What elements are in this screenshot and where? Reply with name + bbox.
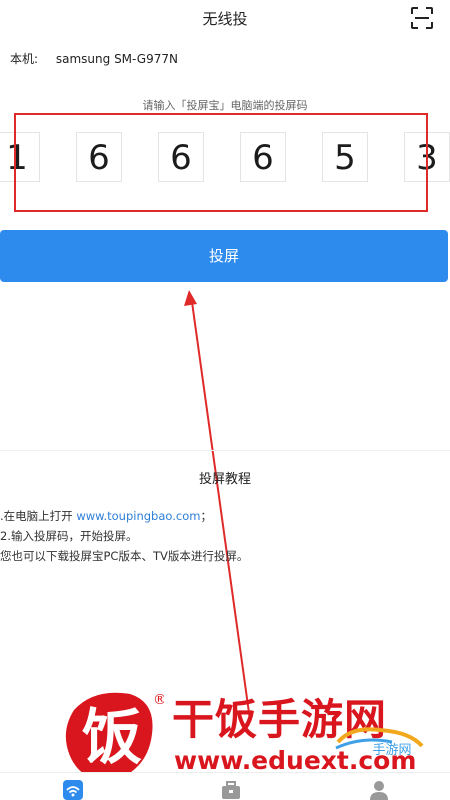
code-prompt: 请输入「投屏宝」电脑端的投屏码 (142, 99, 308, 112)
device-info: 本机: samsung SM-G977N (10, 50, 178, 67)
tutorial-step-2: 2.输入投屏码，开始投屏。 (0, 529, 138, 543)
bottom-tab-bar (0, 772, 450, 800)
device-name: samsung SM-G977N (55, 52, 178, 66)
tab-wireless-cast[interactable] (62, 779, 84, 800)
tab-profile[interactable] (368, 779, 390, 800)
app-header: 无线投 (0, 0, 450, 36)
scan-button[interactable] (410, 6, 434, 30)
tutorial-step-1: .在电脑上打开 www.toupingbao.com； (0, 508, 212, 524)
toolbox-icon (222, 781, 240, 799)
annotation-highlight-box (14, 113, 428, 212)
tutorial-link[interactable]: www.toupingbao.com (76, 509, 200, 523)
tab-toolbox[interactable] (220, 779, 242, 800)
wireless-cast-icon (63, 780, 83, 800)
watermark-badge: 手游网 (335, 727, 424, 758)
tutorial-step-1-suffix: ； (200, 509, 212, 523)
tutorial-step-3: 您也可以下载投屏宝PC版本、TV版本进行投屏。 (0, 549, 249, 563)
device-label: 本机: (10, 52, 39, 66)
scan-icon (411, 7, 433, 29)
watermark-logo-char: 饭 (82, 703, 142, 773)
user-icon (370, 781, 388, 800)
tutorial-title: 投屏教程 (198, 472, 251, 487)
watermark-badge-text: 手游网 (372, 743, 411, 758)
watermark-registered-mark: ® (153, 692, 164, 708)
screen: 无线投 本机: samsung SM-G977N 请输入「投屏宝」电脑端的投屏码… (0, 0, 450, 800)
tutorial-step-1-prefix: .在电脑上打开 (0, 509, 77, 523)
cast-button[interactable]: 投屏 (0, 230, 448, 282)
section-divider (0, 450, 450, 451)
page-title: 无线投 (202, 10, 248, 28)
